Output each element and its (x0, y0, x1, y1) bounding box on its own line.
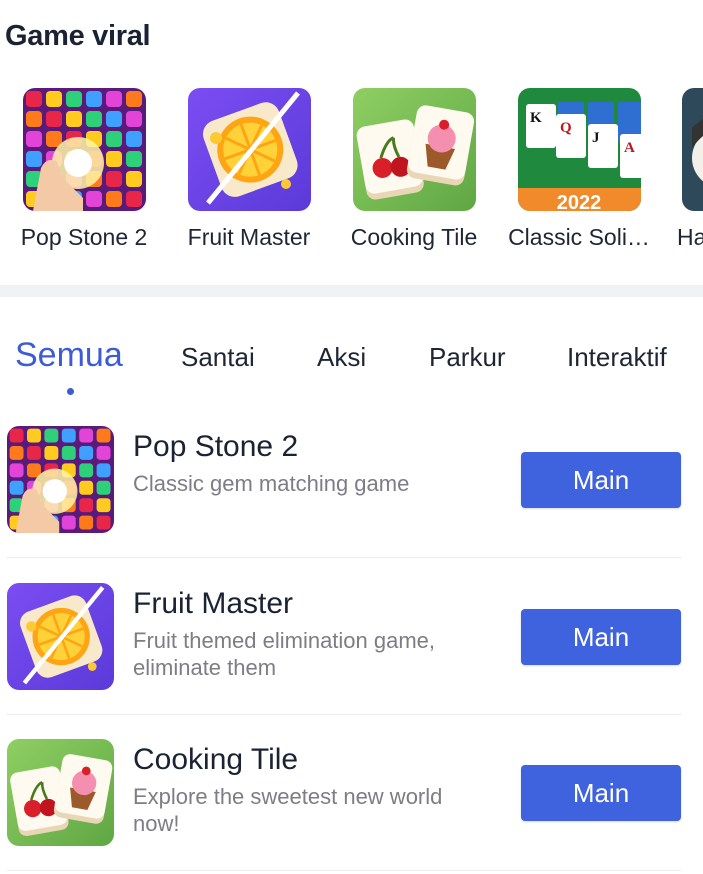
play-button[interactable]: Main (521, 452, 681, 508)
svg-text:K: K (530, 110, 542, 126)
gem-tile (105, 91, 122, 107)
gem-tile (125, 171, 142, 187)
carousel-item-label: Fruit Master (187, 224, 311, 250)
gem-tile (9, 446, 24, 460)
tab-aksi[interactable]: Aksi (317, 342, 366, 373)
gem-tile (96, 463, 111, 478)
gem-tile (25, 131, 42, 147)
list-item[interactable]: Fruit Master Fruit themed elimination ga… (0, 581, 703, 715)
tab-semua[interactable]: Semua (15, 336, 123, 375)
gem-tile (25, 91, 42, 107)
gem-tile (61, 428, 76, 443)
gem-tile (125, 111, 142, 127)
gem-tile (65, 91, 82, 107)
gem-tile (96, 515, 111, 530)
gem-tile (61, 446, 76, 460)
svg-text:J: J (592, 130, 600, 146)
carousel-item-pop-stone-2[interactable]: Pop Stone 2 (9, 88, 159, 251)
game-description: Fruit themed elimination game, eliminate… (133, 628, 436, 680)
tab-parkur[interactable]: Parkur (429, 342, 506, 373)
cooking-tiles-icon (352, 88, 476, 211)
carousel-item-label: Cooking Tile (350, 224, 478, 250)
play-button[interactable]: Main (521, 765, 681, 821)
gem-tile (79, 480, 94, 495)
list-item[interactable]: Cooking Tile Explore the sweetest new wo… (0, 737, 703, 871)
gem-tile (125, 151, 142, 167)
gem-tile (105, 131, 122, 147)
gem-tile (96, 480, 111, 495)
gem-tile (25, 111, 42, 127)
svg-text:Q: Q (560, 120, 572, 136)
row-divider (7, 714, 681, 715)
active-tab-indicator (67, 388, 74, 395)
carousel-item-classic-solitaire[interactable]: K Q J A 2022 Classic Soli… (504, 88, 654, 251)
orange-slice-icon (7, 583, 114, 690)
tab-interaktif[interactable]: Interaktif (567, 342, 667, 373)
gem-tile (96, 446, 111, 460)
gem-tile (9, 428, 24, 443)
carousel-item-partial[interactable]: Ha (669, 88, 703, 251)
carousel-item-fruit-master[interactable]: Fruit Master (174, 88, 324, 251)
cartoon-face-icon (682, 88, 703, 211)
tab-santai[interactable]: Santai (181, 342, 255, 373)
gem-tile (61, 515, 76, 530)
gem-tile (85, 111, 102, 127)
list-item[interactable]: Pop Stone 2 Classic gem matching game Ma… (0, 424, 703, 558)
gem-tile (27, 428, 41, 443)
gem-tile (105, 171, 122, 187)
gem-tile (79, 446, 94, 460)
section-title: Game viral (5, 20, 151, 52)
gem-puzzle-icon (22, 88, 146, 211)
game-description: Explore the sweetest new world now! (133, 784, 443, 836)
gem-tile (25, 151, 42, 167)
gem-tile (65, 111, 82, 127)
game-title: Pop Stone 2 (133, 430, 299, 463)
game-description: Classic gem matching game (133, 471, 410, 496)
gem-tile (79, 498, 94, 513)
gem-tile (105, 111, 122, 127)
svg-text:A: A (624, 140, 635, 156)
gem-tile (45, 131, 62, 147)
solitaire-cards-icon: K Q J A 2022 (517, 88, 641, 211)
carousel-item-label: Classic Soli… (508, 224, 650, 250)
cooking-tiles-icon (7, 739, 114, 846)
play-button[interactable]: Main (521, 609, 681, 665)
game-title: Fruit Master (133, 587, 294, 620)
carousel-item-label: Ha (677, 224, 703, 250)
gem-tile (125, 191, 142, 207)
category-tabs: Semua Santai Aksi Parkur Interaktif (0, 330, 703, 400)
gem-tile (85, 91, 102, 107)
gem-tile (9, 463, 24, 478)
gem-tile (27, 446, 41, 460)
orange-slice-icon (187, 88, 311, 211)
gem-tile (96, 498, 111, 513)
row-divider (7, 557, 681, 558)
row-divider (7, 870, 681, 871)
gem-tile (79, 463, 94, 478)
game-title: Cooking Tile (133, 743, 299, 776)
gem-tile (44, 428, 59, 443)
gem-tile (85, 191, 102, 207)
carousel-item-cooking-tile[interactable]: Cooking Tile (339, 88, 489, 251)
game-carousel[interactable]: Pop Stone 2 Fruit Master Cooking Tile K … (0, 88, 703, 263)
gem-tile (125, 91, 142, 107)
gem-tile (105, 151, 122, 167)
gem-tile (125, 131, 142, 147)
gem-puzzle-icon (7, 426, 114, 533)
gem-tile (45, 111, 62, 127)
section-divider (0, 285, 703, 297)
gem-tile (27, 463, 41, 478)
gem-tile (79, 515, 94, 530)
gem-tile (9, 480, 24, 495)
gem-tile (45, 91, 62, 107)
gem-tile (79, 428, 94, 443)
carousel-item-label: Pop Stone 2 (20, 224, 148, 250)
gem-tile (105, 191, 122, 207)
gem-tile (44, 446, 59, 460)
gem-tile (96, 428, 111, 443)
year-badge: 2022 (556, 192, 601, 211)
